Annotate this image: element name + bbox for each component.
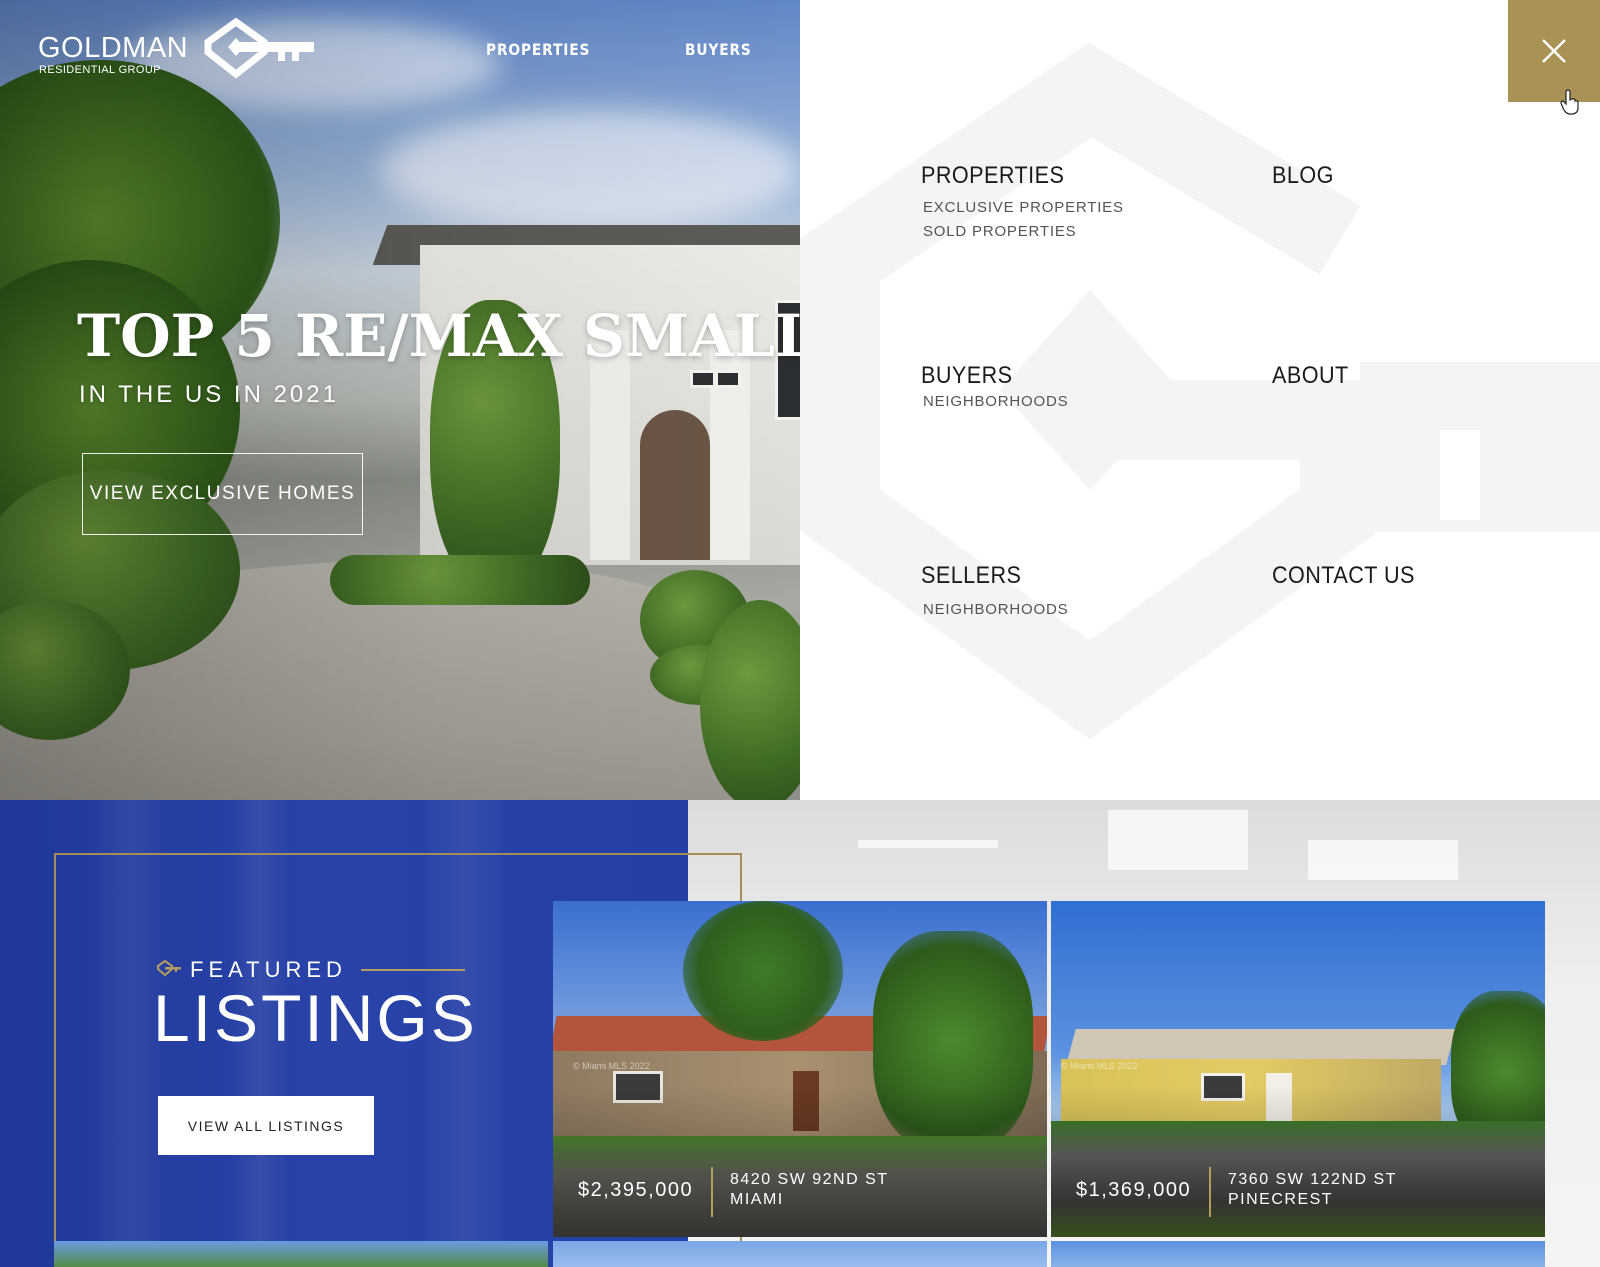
view-exclusive-homes-button[interactable]: VIEW EXCLUSIVE HOMES	[82, 453, 363, 535]
top-nav-properties[interactable]: PROPERTIES	[486, 40, 590, 59]
listing-city: MIAMI	[730, 1191, 784, 1208]
menu-group-buyers: BUYERS NEIGHBORHOODS	[921, 362, 1068, 414]
menu-link-sold-properties[interactable]: SOLD PROPERTIES	[921, 220, 1124, 244]
listing-price: $1,369,000	[1076, 1179, 1192, 1201]
menu-heading-about[interactable]: ABOUT	[1272, 362, 1349, 390]
menu-heading-blog[interactable]: BLOG	[1272, 162, 1334, 190]
kitchen-cabinet	[1108, 810, 1248, 870]
listing-city: PINECREST	[1228, 1191, 1334, 1208]
menu-link-buyers-neighborhoods[interactable]: NEIGHBORHOODS	[921, 390, 1068, 414]
featured-eyebrow-rule	[360, 969, 465, 971]
menu-heading-properties[interactable]: PROPERTIES	[921, 162, 1104, 190]
listing-card-peek[interactable]	[1051, 1241, 1545, 1267]
menu-overlay: PROPERTIES EXCLUSIVE PROPERTIES SOLD PRO…	[800, 0, 1600, 800]
listing-card[interactable]: © Miami MLS 2022 $2,395,000 8420 SW 92ND…	[553, 901, 1047, 1237]
top-nav-buyers[interactable]: BUYERS	[685, 40, 752, 59]
kitchen-shelf	[858, 840, 998, 848]
listing-address: 8420 SW 92ND ST MIAMI	[730, 1170, 889, 1210]
kitchen-backsplash	[1308, 840, 1458, 880]
listing-divider	[1209, 1167, 1211, 1217]
menu-link-exclusive-properties[interactable]: EXCLUSIVE PROPERTIES	[921, 196, 1124, 220]
listing-card-peek[interactable]	[54, 1241, 548, 1267]
menu-group-sellers: SELLERS NEIGHBORHOODS	[921, 562, 1068, 622]
listing-address: 7360 SW 122ND ST PINECREST	[1228, 1170, 1397, 1210]
hand-cursor-icon	[1560, 89, 1579, 115]
key-logo-icon	[204, 18, 314, 79]
listing-watermark: © Miami MLS 2022	[1061, 1061, 1138, 1071]
menu-heading-buyers[interactable]: BUYERS	[921, 362, 1054, 390]
view-all-listings-button[interactable]: VIEW ALL LISTINGS	[158, 1096, 374, 1155]
menu-group-properties: PROPERTIES EXCLUSIVE PROPERTIES SOLD PRO…	[921, 162, 1124, 244]
menu-watermark-logo	[800, 42, 1600, 740]
menu-group-blog: BLOG	[1272, 162, 1341, 190]
menu-heading-sellers[interactable]: SELLERS	[921, 562, 1054, 590]
view-exclusive-homes-label: VIEW EXCLUSIVE HOMES	[89, 483, 356, 504]
listing-street: 7360 SW 122ND ST	[1228, 1171, 1397, 1188]
listing-watermark: © Miami MLS 2022	[573, 1061, 650, 1071]
menu-link-sellers-neighborhoods[interactable]: NEIGHBORHOODS	[921, 598, 1068, 622]
featured-title: LISTINGS	[153, 981, 478, 1055]
hero-subheadline: IN THE US IN 2021	[79, 381, 339, 408]
close-menu-button[interactable]	[1508, 0, 1600, 102]
top-nav: PROPERTIES BUYERS	[486, 40, 763, 59]
menu-group-about: ABOUT	[1272, 362, 1357, 390]
key-logo-icon	[157, 960, 181, 977]
close-icon	[1542, 39, 1566, 63]
listing-card[interactable]: © Miami MLS 2022 $1,369,000 7360 SW 122N…	[1051, 901, 1545, 1237]
listing-card-peek[interactable]	[553, 1241, 1047, 1267]
hero-section: GOLDMAN RESIDENTIAL GROUP PROPERTIES BUY…	[0, 0, 800, 800]
listing-street: 8420 SW 92ND ST	[730, 1171, 889, 1188]
view-all-listings-label: VIEW ALL LISTINGS	[187, 1117, 345, 1134]
hero-headline: TOP 5 RE/MAX SMALL TE	[77, 302, 800, 370]
menu-heading-contact-us[interactable]: CONTACT US	[1272, 562, 1415, 590]
listing-price: $2,395,000	[578, 1179, 694, 1201]
menu-group-contact: CONTACT US	[1272, 562, 1431, 590]
listing-divider	[711, 1167, 713, 1217]
brand-tagline: RESIDENTIAL GROUP	[39, 64, 161, 76]
brand-logo[interactable]: GOLDMAN RESIDENTIAL GROUP	[38, 18, 314, 82]
brand-name: GOLDMAN	[38, 32, 189, 64]
